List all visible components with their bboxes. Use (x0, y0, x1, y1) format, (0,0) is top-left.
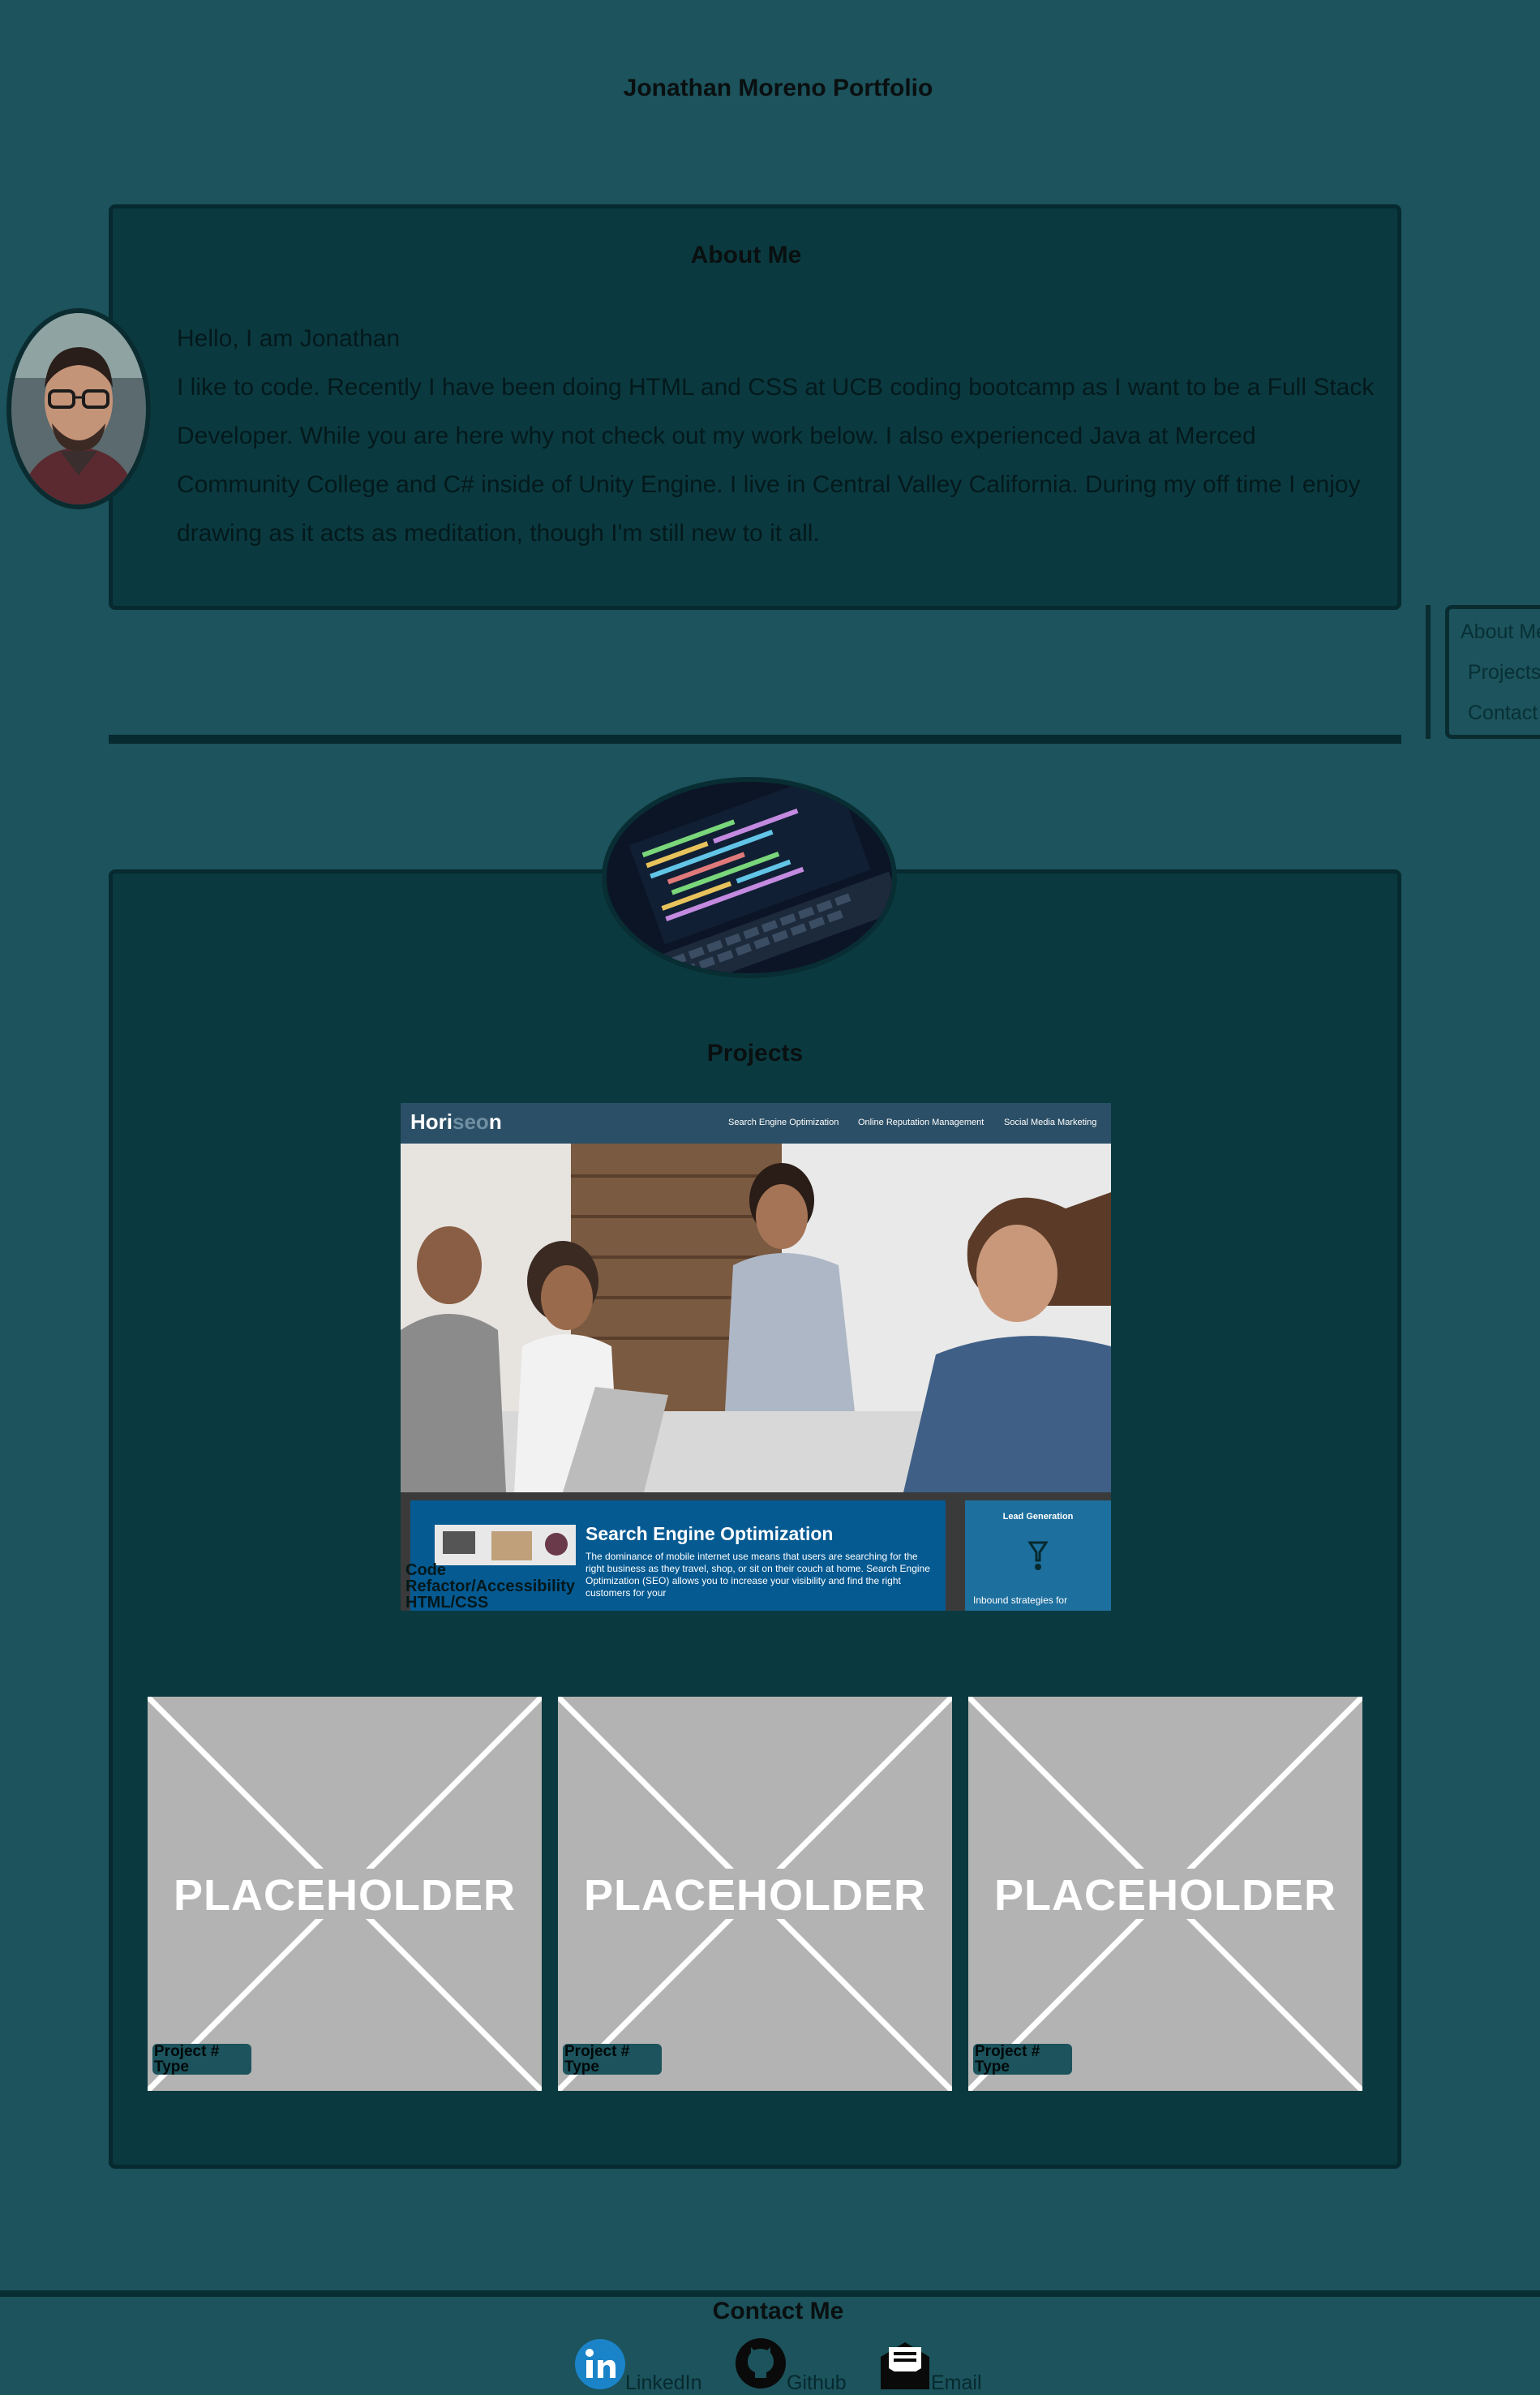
caption-line-2: Refactor/Accessibility (405, 1577, 575, 1595)
seo-thumbnail (435, 1525, 576, 1565)
about-text: Hello, I am Jonathan I like to code. Rec… (177, 315, 1385, 558)
linkedin-link[interactable]: LinkedIn (575, 2336, 705, 2394)
github-icon (736, 2338, 786, 2389)
caption-line-1: Code (405, 1561, 446, 1579)
about-heading: About Me (690, 242, 802, 268)
project-label: Project # Type (564, 2043, 630, 2075)
about-body: I like to code. Recently I have been doi… (177, 374, 1375, 547)
projects-heading: Projects (706, 1040, 804, 1067)
contact-heading: Contact Me (712, 2298, 844, 2324)
about-greeting: Hello, I am Jonathan (177, 325, 401, 352)
github-link[interactable]: Github (735, 2336, 864, 2394)
seo-card-title: Search Engine Optimization (586, 1523, 834, 1544)
caption-line-3: HTML/CSS (405, 1594, 489, 1612)
project-card-2[interactable]: PLACEHOLDER Project # Type (558, 1697, 952, 2091)
email-label: Email (931, 2371, 982, 2394)
featured-site-header: Horiseon Search Engine Optimization Onli… (401, 1103, 1111, 1144)
side-nav: About Me Projects Contact (1445, 605, 1540, 739)
profile-photo (6, 308, 151, 509)
project-card-3[interactable]: PLACEHOLDER Project # Type (968, 1697, 1362, 2091)
section-divider (109, 735, 1401, 744)
featured-nav-orm: Online Reputation Management (858, 1118, 984, 1127)
footer-divider (0, 2290, 1540, 2297)
project-label: Project # Type (975, 2043, 1040, 2075)
featured-project-caption: Code Refactor/Accessibility HTML/CSS (405, 1562, 575, 1611)
featured-lead-card: Lead Generation Inbound strategies for (965, 1500, 1111, 1611)
nav-contact-link[interactable]: Contact (1468, 702, 1538, 725)
featured-brand: Horiseon (410, 1110, 502, 1134)
nav-about-link[interactable]: About Me (1461, 620, 1540, 644)
code-laptop-image (602, 777, 897, 978)
featured-project-card[interactable]: Horiseon Search Engine Optimization Onli… (401, 1103, 1111, 1611)
placeholder-text: PLACEHOLDER (173, 1871, 516, 1920)
github-label: Github (787, 2371, 847, 2394)
linkedin-icon (575, 2339, 625, 2389)
nav-projects-link[interactable]: Projects (1468, 661, 1540, 685)
linkedin-label: LinkedIn (625, 2371, 702, 2394)
email-icon (881, 2342, 929, 2389)
lead-card-title: Lead Generation (1002, 1512, 1074, 1522)
featured-hero-image (401, 1144, 1111, 1492)
nav-rail (1426, 605, 1431, 739)
email-link[interactable]: Email (879, 2336, 1009, 2394)
featured-nav-smm: Social Media Marketing (1004, 1118, 1097, 1127)
placeholder-text: PLACEHOLDER (993, 1871, 1336, 1920)
lead-card-text: Inbound strategies for (973, 1595, 1068, 1606)
placeholder-text: PLACEHOLDER (583, 1871, 926, 1920)
lead-gen-icon (1027, 1541, 1049, 1570)
page-title: Jonathan Moreno Portfolio (623, 75, 933, 101)
featured-nav-seo: Search Engine Optimization (728, 1118, 839, 1127)
project-card-1[interactable]: PLACEHOLDER Project # Type (148, 1697, 542, 2091)
seo-card-text: The dominance of mobile internet use mea… (586, 1551, 930, 1599)
project-label: Project # Type (154, 2043, 220, 2075)
